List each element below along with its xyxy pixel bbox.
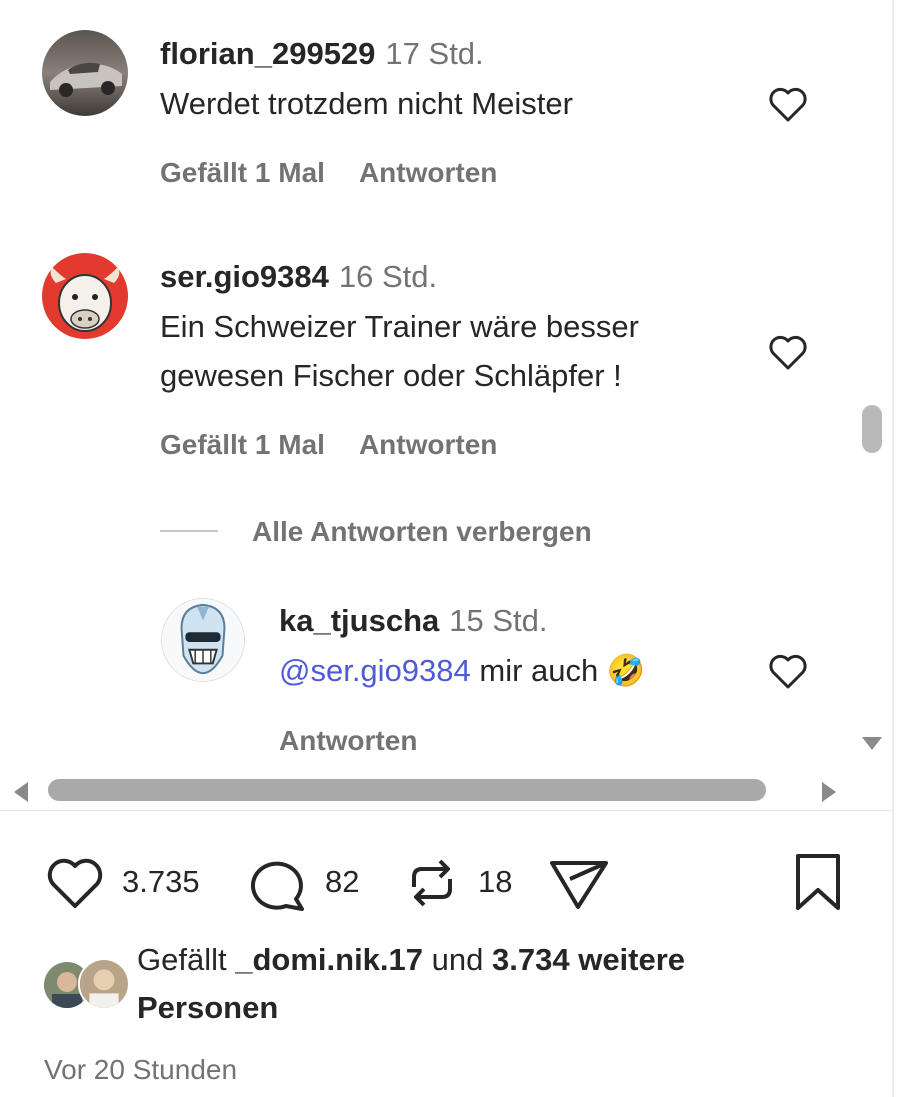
panel-border [892,0,894,1097]
like-reply-heart-icon[interactable] [767,652,809,690]
reply-button[interactable]: Antworten [359,157,497,188]
comment-text-line: Ein Schweizer Trainer wäre besser [160,309,639,344]
repost-count[interactable]: 18 [478,864,512,900]
comment-username[interactable]: florian_299529 [160,36,375,71]
reply-text: @ser.gio9384 mir auch 🤣 [279,646,646,695]
rofl-emoji: 🤣 [606,653,646,688]
avatar-mask-image [162,599,244,681]
avatar-bull-image [42,253,128,339]
horizontal-scroll-thumb[interactable] [48,779,766,801]
comment-username[interactable]: ser.gio9384 [160,259,329,294]
avatar-car-image [42,30,128,116]
comment-likes[interactable]: Gefällt 1 Mal [160,429,325,460]
like-heart-icon[interactable] [44,855,106,911]
reply-text-body: mir auch [479,653,599,688]
liker-photo-image [80,960,128,1008]
reply-button[interactable]: Antworten [279,725,417,757]
comment-text-line: gewesen Fischer oder Schläpfer ! [160,358,622,393]
liked-by-others[interactable]: 3.734 weitere [492,942,685,977]
comment-bubble-icon[interactable] [246,855,308,913]
liked-by-user[interactable]: _domi.nik.17 [235,942,423,977]
comment-time: 17 Std. [385,36,484,71]
replies-divider [160,530,218,532]
comment-text: Werdet trotzdem nicht Meister [160,86,573,121]
like-comment-heart-icon[interactable] [767,333,809,371]
like-comment-heart-icon[interactable] [767,85,809,123]
liked-by-text: Gefällt _domi.nik.17 und 3.734 weitere P… [137,936,857,1032]
mention-link[interactable]: @ser.gio9384 [279,653,471,688]
liked-by-connector: und [431,942,484,977]
hide-replies-button[interactable]: Alle Antworten verbergen [252,516,592,548]
vertical-scrollbar[interactable] [858,0,886,775]
avatar[interactable] [42,30,128,116]
comment-likes[interactable]: Gefällt 1 Mal [160,157,325,188]
reply-button[interactable]: Antworten [359,429,497,460]
liked-by-others-line2[interactable]: Personen [137,984,857,1032]
post-timestamp[interactable]: Vor 20 Stunden [44,1054,237,1086]
scroll-right-arrow-icon[interactable] [822,782,836,802]
reply-time: 15 Std. [449,603,548,638]
scroll-down-arrow-icon[interactable] [862,737,882,750]
scroll-left-arrow-icon[interactable] [14,782,28,802]
repost-icon[interactable] [404,853,460,913]
like-count[interactable]: 3.735 [122,864,200,900]
comment-time: 16 Std. [338,259,438,294]
comment-count[interactable]: 82 [325,864,359,900]
liker-avatar[interactable] [78,958,130,1010]
reply-username[interactable]: ka_tjuscha [279,603,439,638]
avatar[interactable] [161,598,245,682]
horizontal-scrollbar[interactable] [0,770,860,810]
share-paper-plane-icon[interactable] [548,853,610,913]
divider [0,810,892,811]
avatar[interactable] [42,253,128,339]
vertical-scroll-thumb[interactable] [862,405,882,453]
bookmark-icon[interactable] [792,852,844,912]
liked-by-prefix: Gefällt [137,942,227,977]
comment-text: Ein Schweizer Trainer wäre besser gewese… [160,302,639,400]
